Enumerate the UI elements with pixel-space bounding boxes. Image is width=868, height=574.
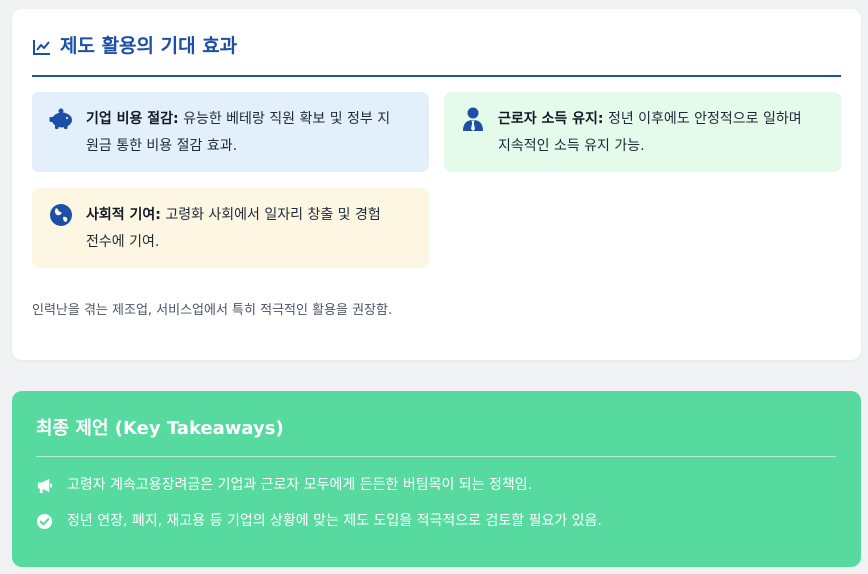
- globe-icon: [50, 204, 72, 226]
- check-circle-icon: [36, 513, 53, 529]
- effect-box-social-contribution: 사회적 기여: 고령화 사회에서 일자리 창출 및 경험 전수에 기여.: [32, 188, 429, 268]
- effect-box-cost-reduction: 기업 비용 절감: 유능한 베테랑 직원 확보 및 정부 지 원금 통한 비용 …: [32, 92, 429, 172]
- effect-line-2: 원금 통한 비용 절감 효과.: [86, 138, 238, 154]
- effect-text: 근로자 소득 유지: 정년 이후에도 안정적으로 일하며 지속적인 소득 유지 …: [498, 106, 802, 172]
- takeaway-text: 정년 연장, 폐지, 재고용 등 기업의 상황에 맞는 제도 도입을 적극적으로…: [67, 513, 602, 529]
- effect-heading: 사회적 기여:: [86, 207, 161, 223]
- takeaways-title: 최종 제언 (Key Takeaways): [36, 415, 836, 457]
- takeaway-text: 고령자 계속고용장려금은 기업과 근로자 모두에게 든든한 버팀목이 되는 정책…: [67, 477, 533, 493]
- megaphone-icon: [37, 478, 53, 493]
- effect-line-1: 유능한 베테랑 직원 확보 및 정부 지: [178, 111, 391, 127]
- effect-line-1: 고령화 사회에서 일자리 창출 및 경험: [160, 207, 381, 223]
- section-title-text: 제도 활용의 기대 효과: [60, 35, 238, 57]
- takeaway-item: 정년 연장, 폐지, 재고용 등 기업의 상황에 맞는 제도 도입을 적극적으로…: [36, 510, 602, 532]
- chart-line-icon: [33, 40, 50, 55]
- effect-line-2: 전수에 기여.: [86, 234, 160, 250]
- takeaway-item: 고령자 계속고용장려금은 기업과 근로자 모두에게 든든한 버팀목이 되는 정책…: [36, 474, 532, 496]
- effect-heading: 근로자 소득 유지:: [498, 111, 604, 127]
- effect-heading: 기업 비용 절감:: [86, 111, 179, 127]
- effect-text: 기업 비용 절감: 유능한 베테랑 직원 확보 및 정부 지 원금 통한 비용 …: [86, 106, 390, 172]
- expected-effects-card: 제도 활용의 기대 효과 기업 비용 절감: 유능한 베테랑 직원 확보 및 정…: [12, 9, 861, 360]
- effect-box-income-maintenance: 근로자 소득 유지: 정년 이후에도 안정적으로 일하며 지속적인 소득 유지 …: [444, 92, 841, 172]
- section-title: 제도 활용의 기대 효과: [32, 31, 841, 77]
- piggy-bank-icon: [49, 108, 72, 129]
- user-tie-icon: [463, 107, 483, 131]
- effect-text: 사회적 기여: 고령화 사회에서 일자리 창출 및 경험 전수에 기여.: [86, 202, 381, 268]
- effect-line-1: 정년 이후에도 안정적으로 일하며: [603, 111, 802, 127]
- key-takeaways-card: 최종 제언 (Key Takeaways) 고령자 계속고용장려금은 기업과 근…: [12, 391, 861, 567]
- recommendation-note: 인력난을 겪는 제조업, 서비스업에서 특히 적극적인 활용을 권장함.: [32, 303, 393, 318]
- effect-line-2: 지속적인 소득 유지 가능.: [498, 138, 645, 154]
